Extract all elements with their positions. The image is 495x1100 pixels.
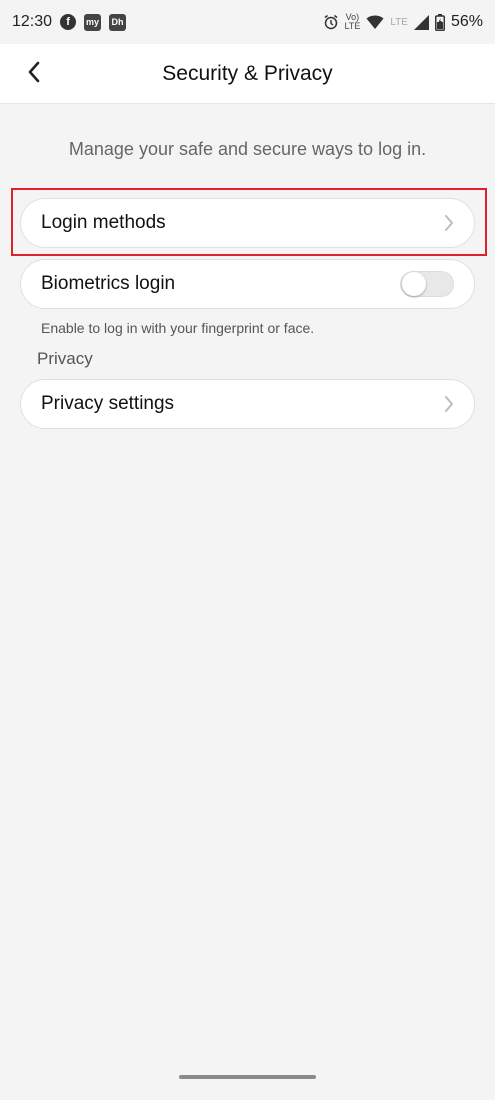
page-subtitle: Manage your safe and secure ways to log …	[68, 139, 427, 159]
biometrics-helper-text: Enable to log in with your fingerprint o…	[41, 320, 315, 336]
page-title: Security & Privacy	[162, 61, 333, 85]
privacy-section-label: Privacy	[37, 349, 93, 368]
privacy-settings-item[interactable]: Privacy settings	[20, 379, 475, 429]
battery-icon	[434, 13, 445, 31]
volte-bottom-text: LTE	[344, 21, 361, 31]
login-methods-item[interactable]: Login methods	[20, 198, 475, 248]
myntra-icon: my	[84, 13, 102, 31]
back-button[interactable]	[16, 56, 52, 92]
login-methods-label: Login methods	[41, 212, 166, 233]
status-time: 12:30	[12, 13, 53, 30]
biometrics-toggle[interactable]	[400, 271, 454, 297]
cell-signal-icon	[413, 14, 429, 30]
biometrics-login-item: Biometrics login	[20, 259, 475, 309]
facebook-icon: f	[60, 14, 77, 30]
biometrics-login-label: Biometrics login	[41, 273, 176, 294]
volte-icon: Vo) LTE	[345, 13, 361, 31]
alarm-icon	[323, 14, 339, 30]
chevron-right-icon	[444, 214, 454, 232]
wifi-icon	[366, 14, 384, 30]
home-indicator[interactable]	[179, 1075, 316, 1079]
app-header: Security & Privacy	[0, 44, 495, 104]
battery-percent: 56%	[450, 13, 483, 30]
status-bar: 12:30 f my Dh Vo) LTE LTE 56%	[0, 0, 495, 44]
lte-label: LTE	[390, 16, 408, 28]
back-arrow-icon	[27, 61, 41, 88]
dailyhunt-icon: Dh	[109, 13, 127, 31]
status-left: 12:30 f my Dh	[12, 13, 127, 31]
chevron-right-icon	[444, 395, 454, 413]
status-right: Vo) LTE LTE 56%	[323, 13, 483, 31]
toggle-knob	[402, 272, 426, 296]
privacy-settings-label: Privacy settings	[41, 393, 175, 414]
